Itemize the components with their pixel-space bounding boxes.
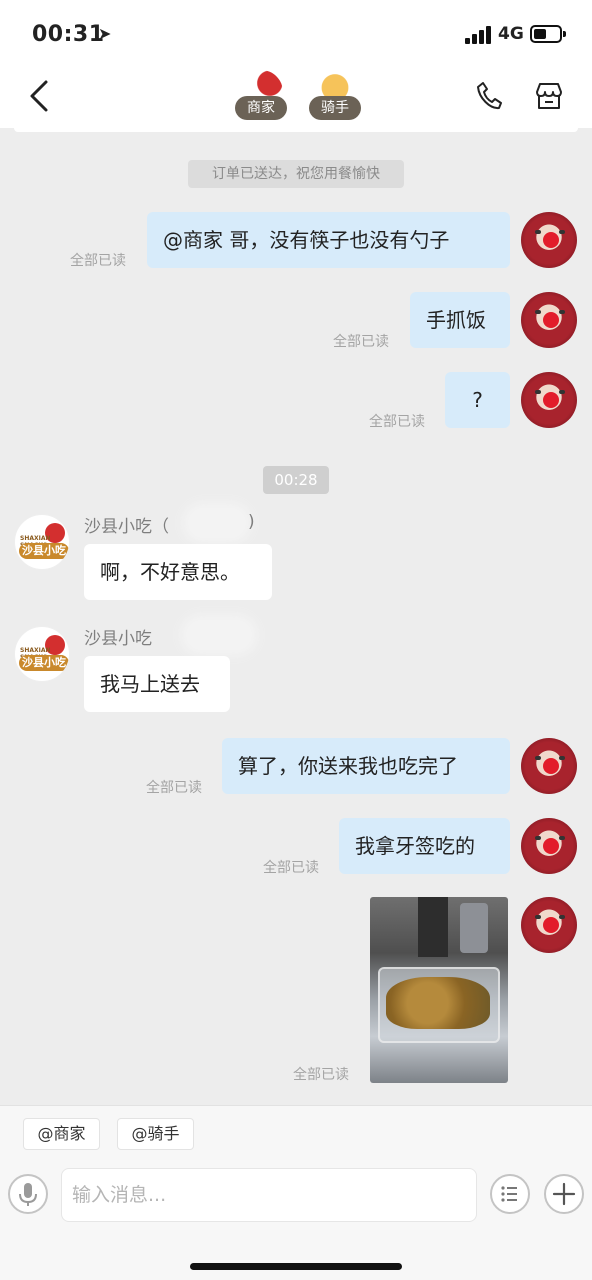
- phone-icon: [477, 82, 502, 110]
- message-image-food[interactable]: [370, 897, 508, 1083]
- more-button[interactable]: [544, 1174, 584, 1214]
- blurred-name: [186, 620, 252, 650]
- store-icon: [536, 83, 562, 109]
- sender-name: 沙县小吃: [84, 629, 152, 649]
- sender-name-suffix: ): [248, 512, 255, 532]
- signal-icon: [465, 26, 493, 44]
- read-status: 全部已读: [70, 253, 126, 269]
- chat-header: 商家 骑手: [0, 70, 592, 128]
- read-status: 全部已读: [293, 1067, 349, 1083]
- at-rider-button[interactable]: @骑手: [117, 1118, 194, 1150]
- shop-avatar-text: 沙县小吃: [19, 543, 69, 559]
- user-avatar[interactable]: [521, 212, 577, 268]
- status-time: 00:31: [32, 22, 105, 47]
- microphone-icon: [19, 1183, 37, 1206]
- read-status: 全部已读: [263, 860, 319, 876]
- read-status: 全部已读: [146, 780, 202, 796]
- user-avatar[interactable]: [521, 292, 577, 348]
- shop-avatar-text: 沙县小吃: [19, 655, 69, 671]
- user-avatar[interactable]: [521, 897, 577, 953]
- message-bubble-incoming[interactable]: 啊，不好意思。: [84, 544, 272, 600]
- user-avatar[interactable]: [521, 372, 577, 428]
- battery-icon: [530, 25, 566, 43]
- sender-name: 沙县小吃（: [84, 517, 169, 537]
- chevron-left-icon: [30, 80, 48, 112]
- rider-label: 骑手: [309, 96, 361, 120]
- merchant-chat-avatar[interactable]: SHAXIAN SNACKS沙县小吃: [14, 626, 70, 682]
- message-bubble-outgoing[interactable]: ?: [445, 372, 510, 428]
- store-button[interactable]: [533, 80, 565, 112]
- composer: @商家 @骑手: [0, 1105, 592, 1280]
- message-input[interactable]: [61, 1168, 477, 1222]
- list-icon: [501, 1186, 517, 1202]
- status-bar: 00:31 ➤ 4G: [0, 0, 592, 70]
- plus-icon: [552, 1182, 576, 1206]
- read-status: 全部已读: [369, 414, 425, 430]
- home-indicator[interactable]: [190, 1263, 402, 1270]
- voice-button[interactable]: [8, 1174, 48, 1214]
- call-button[interactable]: [474, 80, 504, 112]
- message-bubble-outgoing[interactable]: 我拿牙签吃的: [339, 818, 510, 874]
- message-bubble-outgoing[interactable]: 算了，你送来我也吃完了: [222, 738, 510, 794]
- location-arrow-icon: ➤: [98, 24, 112, 43]
- back-button[interactable]: [26, 76, 54, 116]
- at-merchant-button[interactable]: @商家: [23, 1118, 100, 1150]
- message-bubble-outgoing[interactable]: 手抓饭: [410, 292, 510, 348]
- time-divider: 00:28: [263, 466, 329, 494]
- merchant-avatar[interactable]: 商家: [233, 70, 289, 122]
- blurred-name: [188, 508, 246, 538]
- read-status: 全部已读: [333, 334, 389, 350]
- message-bubble-outgoing[interactable]: @商家 哥，没有筷子也没有勺子: [147, 212, 510, 268]
- message-bubble-incoming[interactable]: 我马上送去: [84, 656, 230, 712]
- merchant-label: 商家: [235, 96, 287, 120]
- user-avatar[interactable]: [521, 818, 577, 874]
- user-avatar[interactable]: [521, 738, 577, 794]
- system-notice: 订单已送达，祝您用餐愉快: [188, 160, 404, 188]
- network-type: 4G: [498, 24, 524, 44]
- merchant-chat-avatar[interactable]: SHAXIAN SNACKS沙县小吃: [14, 514, 70, 570]
- rider-avatar[interactable]: 骑手: [307, 70, 363, 122]
- quick-reply-button[interactable]: [490, 1174, 530, 1214]
